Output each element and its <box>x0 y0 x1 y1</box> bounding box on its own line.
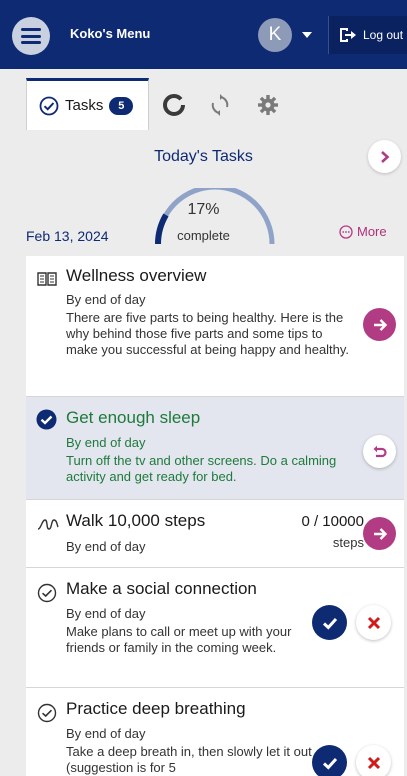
task-card[interactable]: Wellness overview By end of day There ar… <box>26 256 404 397</box>
more-button[interactable]: More <box>339 224 387 239</box>
task-card[interactable]: Make a social connection By end of day M… <box>26 568 404 688</box>
gear-icon <box>258 95 278 115</box>
checked-circle-icon <box>36 409 57 430</box>
user-menu[interactable]: K <box>258 18 312 52</box>
task-due: By end of day <box>66 292 146 307</box>
task-card[interactable]: Practice deep breathing By end of day Ta… <box>26 688 404 776</box>
open-task-button[interactable] <box>363 308 396 341</box>
top-bar: Koko's Menu K Log out <box>0 0 407 69</box>
check-circle-icon <box>39 96 59 115</box>
tab-settings[interactable] <box>254 91 282 119</box>
dismiss-task-button[interactable] <box>356 745 391 776</box>
complete-task-button[interactable] <box>312 745 347 776</box>
more-label: More <box>357 224 387 239</box>
undo-icon <box>373 445 387 457</box>
tab-tasks[interactable]: Tasks 5 <box>26 78 149 130</box>
close-icon <box>367 756 380 769</box>
task-due: By end of day <box>66 606 146 621</box>
tab-bar: Tasks 5 <box>26 78 396 130</box>
task-title: Get enough sleep <box>66 408 201 427</box>
task-title: Make a social connection <box>66 579 257 598</box>
check-circle-outline-icon <box>37 583 57 603</box>
date-label: Feb 13, 2024 <box>26 228 109 244</box>
completion-percent: 17% <box>187 201 220 218</box>
tasks-count-badge: 5 <box>109 96 134 115</box>
steps-count: 0 / 10000 <box>301 513 364 530</box>
close-icon <box>367 616 380 629</box>
arrow-right-icon <box>373 318 387 331</box>
task-list: Wellness overview By end of day There ar… <box>26 256 404 776</box>
chevron-right-icon <box>380 150 389 163</box>
logout-icon <box>340 28 356 42</box>
task-description: There are five parts to being healthy. H… <box>66 310 350 357</box>
task-card[interactable]: Walk 10,000 steps By end of day 0 / 1000… <box>26 500 404 568</box>
chevron-down-icon[interactable] <box>302 32 312 38</box>
hamburger-menu-button[interactable] <box>12 17 50 55</box>
app-title: Koko's Menu <box>70 26 151 41</box>
steps-unit: steps <box>332 535 364 550</box>
footprints-icon <box>37 519 59 530</box>
more-icon <box>339 224 353 239</box>
task-due: By end of day <box>66 435 146 450</box>
logout-label: Log out <box>363 28 404 42</box>
undo-task-button[interactable] <box>363 435 396 468</box>
task-title: Walk 10,000 steps <box>66 511 206 530</box>
checkmark-icon <box>322 617 337 630</box>
arrow-right-icon <box>373 527 387 540</box>
next-day-button[interactable] <box>368 140 401 173</box>
progress-ring-icon <box>163 94 185 116</box>
task-description: Turn off the tv and other screens. Do a … <box>66 453 337 484</box>
check-circle-outline-icon <box>37 703 57 723</box>
task-title: Practice deep breathing <box>66 699 246 718</box>
logout-button[interactable]: Log out <box>328 16 407 54</box>
open-task-button[interactable] <box>363 517 396 550</box>
dismiss-task-button[interactable] <box>356 605 391 640</box>
sync-icon <box>211 94 229 116</box>
tab-progress[interactable] <box>160 91 188 119</box>
task-due: By end of day <box>66 726 146 741</box>
tab-tasks-label: Tasks <box>65 97 104 114</box>
task-due: By end of day <box>66 539 146 554</box>
avatar[interactable]: K <box>258 18 292 52</box>
checkmark-icon <box>322 757 337 770</box>
task-description: Make plans to call or meet up with your … <box>66 624 292 655</box>
complete-task-button[interactable] <box>312 605 347 640</box>
task-description: Take a deep breath in, then slowly let i… <box>66 744 312 775</box>
section-title: Today's Tasks <box>154 148 253 165</box>
tab-sync[interactable] <box>206 91 234 119</box>
task-title: Wellness overview <box>66 266 207 285</box>
book-icon <box>37 272 57 286</box>
task-card-completed[interactable]: Get enough sleep By end of day Turn off … <box>26 397 404 500</box>
